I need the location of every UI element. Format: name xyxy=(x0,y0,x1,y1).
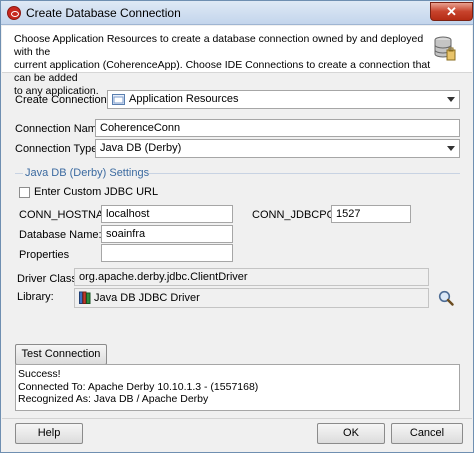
header-description: Choose Application Resources to create a… xyxy=(14,33,431,97)
help-button[interactable]: Help xyxy=(15,423,83,444)
settings-section-title: Java DB (Derby) Settings xyxy=(25,167,150,179)
ok-button[interactable]: OK xyxy=(317,423,385,444)
custom-jdbc-checkbox[interactable] xyxy=(19,187,30,198)
combo-arrow-icon xyxy=(447,146,455,151)
library-label: Library: xyxy=(17,291,54,303)
properties-label: Properties xyxy=(19,249,70,261)
hostname-input[interactable]: localhost xyxy=(101,205,233,223)
search-icon[interactable] xyxy=(438,290,454,306)
cancel-button[interactable]: Cancel xyxy=(391,423,463,444)
database-name-input[interactable]: soainfra xyxy=(101,225,233,243)
create-in-select[interactable]: Application Resources xyxy=(107,90,460,109)
section-divider-right xyxy=(149,173,460,174)
driver-class-label: Driver Class: xyxy=(17,273,80,285)
footer-divider xyxy=(2,418,472,419)
app-resources-icon xyxy=(112,94,125,105)
dialog-window: Create Database Connection ✕ Choose Appl… xyxy=(0,0,474,453)
test-result-area[interactable]: Success! Connected To: Apache Derby 10.1… xyxy=(15,364,460,411)
combo-arrow-icon xyxy=(447,97,455,102)
connection-name-input[interactable]: CoherenceConn xyxy=(95,119,460,137)
connection-type-select[interactable]: Java DB (Derby) xyxy=(95,139,460,158)
close-button[interactable]: ✕ xyxy=(430,2,473,21)
database-name-label: Database Name: xyxy=(19,229,102,241)
connection-type-label: Connection Type: xyxy=(15,143,101,155)
window-title: Create Database Connection xyxy=(26,6,181,20)
database-icon xyxy=(434,36,456,61)
library-field: Java DB JDBC Driver xyxy=(74,288,429,308)
title-bar[interactable]: Create Database Connection ✕ xyxy=(1,1,473,25)
connection-name-label: Connection Name: xyxy=(15,123,107,135)
library-icon xyxy=(79,291,91,304)
section-divider-left xyxy=(15,173,23,174)
create-in-label: Create Connection In: xyxy=(15,94,123,106)
header-panel: Choose Application Resources to create a… xyxy=(2,26,472,97)
properties-input[interactable] xyxy=(101,244,233,262)
custom-jdbc-label[interactable]: Enter Custom JDBC URL xyxy=(34,186,158,198)
oracle-app-icon xyxy=(7,6,21,20)
test-connection-button[interactable]: Test Connection xyxy=(15,344,107,365)
driver-class-field: org.apache.derby.jdbc.ClientDriver xyxy=(74,268,429,286)
port-input[interactable]: 1527 xyxy=(331,205,411,223)
